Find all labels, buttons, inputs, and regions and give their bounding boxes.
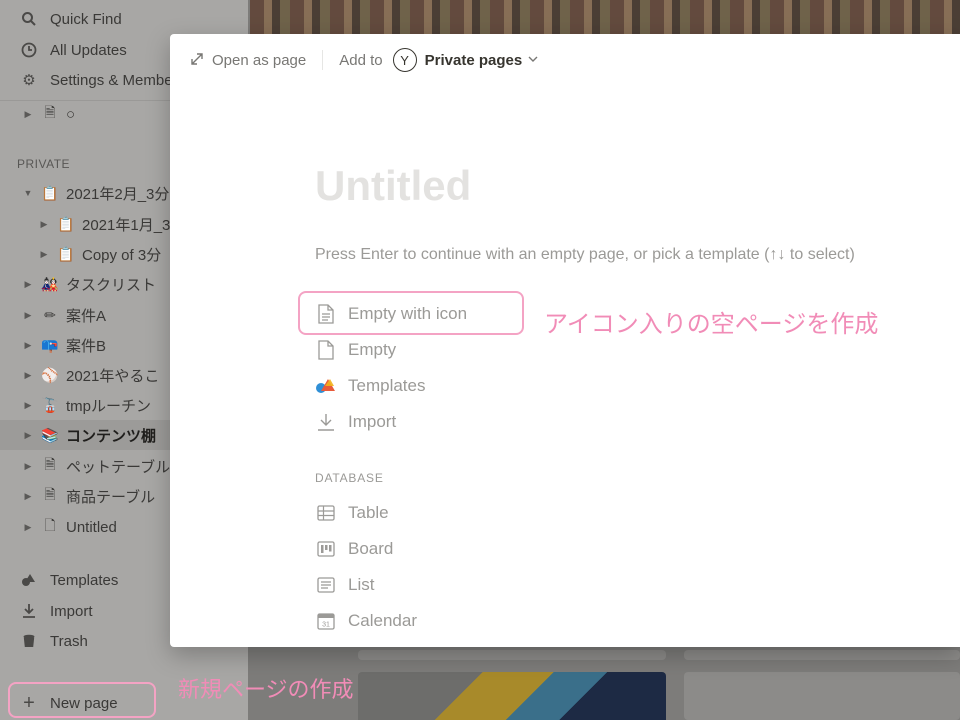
avatar: Y	[392, 48, 417, 72]
option-label: Table	[348, 503, 389, 522]
sidebar-item-label: 案件A	[66, 307, 107, 325]
shapes-icon	[315, 375, 337, 397]
option-import[interactable]: Import	[315, 408, 396, 436]
option-calendar[interactable]: 31 Calendar	[315, 607, 417, 635]
download-icon	[315, 411, 337, 433]
svg-text:31: 31	[322, 622, 330, 629]
sidebar-item-label: タスクリスト	[66, 276, 157, 294]
open-as-page-label: Open as page	[212, 51, 307, 69]
expand-triangle-icon[interactable]: ▶	[38, 249, 50, 260]
expand-triangle-icon[interactable]: ▶	[22, 310, 34, 321]
option-board[interactable]: Board	[315, 535, 393, 563]
expand-triangle-icon[interactable]: ▶	[22, 279, 34, 290]
gallery-card-cover	[358, 672, 666, 720]
gallery-card	[684, 672, 960, 720]
sidebar-item-label: Quick Find	[50, 10, 122, 28]
option-label: Board	[348, 539, 394, 558]
expand-triangle-icon[interactable]: ▶	[22, 522, 34, 533]
option-label: Templates	[348, 376, 426, 395]
option-label: List	[348, 575, 375, 594]
collapse-triangle-icon[interactable]: ▼	[22, 188, 34, 198]
gallery-card	[358, 650, 666, 660]
expand-triangle-icon[interactable]: ▶	[22, 370, 34, 381]
doll-icon: 🎎	[41, 275, 59, 292]
option-templates[interactable]: Templates	[315, 372, 425, 400]
expand-triangle-icon[interactable]: ▶	[38, 219, 50, 230]
sidebar-quick-find[interactable]: Quick Find	[0, 4, 248, 34]
clock-icon	[20, 41, 38, 59]
expand-triangle-icon[interactable]: ▶	[22, 491, 34, 502]
annotation-highlight-empty-with-icon	[298, 291, 524, 335]
sidebar-item-label: Copy of 3分	[82, 246, 162, 264]
add-to-target-select[interactable]: Y Private pages	[392, 48, 539, 72]
table-icon	[315, 502, 337, 524]
clipboard-icon: 📋	[57, 215, 75, 232]
page-icon: 🗎	[44, 456, 56, 472]
sidebar-item-label: All Updates	[50, 41, 127, 59]
option-table[interactable]: Table	[315, 499, 389, 527]
add-to-target-label: Private pages	[424, 51, 523, 69]
annotation-empty-with-icon-note: アイコン入りの空ページを作成	[544, 311, 879, 338]
sidebar-item-label: tmpルーチン	[66, 397, 152, 415]
board-icon	[315, 538, 337, 560]
option-label: Empty	[348, 340, 397, 359]
expand-arrow-icon	[190, 52, 204, 69]
list-icon	[315, 574, 337, 596]
trash-icon	[20, 632, 38, 650]
sidebar-item-label: 案件B	[66, 337, 107, 355]
expand-triangle-icon[interactable]: ▶	[22, 109, 34, 120]
clipboard-icon: 📋	[41, 184, 59, 201]
expand-triangle-icon[interactable]: ▶	[22, 400, 34, 411]
option-label: Import	[348, 412, 397, 431]
cable-car-icon: 🚡	[41, 396, 59, 413]
gear-icon: ⚙	[22, 72, 36, 89]
sidebar-item-label: 商品テーブル	[66, 488, 156, 506]
gallery-card	[684, 650, 960, 660]
add-to-label: Add to	[339, 51, 383, 69]
baseball-icon: ⚾	[41, 366, 59, 383]
clipboard-icon: 📋	[57, 245, 75, 262]
annotation-highlight-new-page	[8, 682, 156, 718]
topbar-divider	[322, 50, 324, 70]
annotation-new-page-note: 新規ページの作成	[178, 677, 354, 702]
option-empty[interactable]: Empty	[315, 336, 396, 364]
new-page-modal: Open as page Add to Y Private pages Unti…	[170, 34, 960, 647]
sidebar-item-label: Templates	[50, 571, 119, 589]
sidebar-item-label: Import	[50, 602, 93, 620]
shapes-icon	[20, 571, 38, 589]
page-icon: 🗎	[44, 486, 56, 502]
private-section-header: PRIVATE	[17, 157, 71, 171]
blank-page-icon	[315, 339, 337, 361]
open-as-page-button[interactable]: Open as page	[190, 52, 306, 69]
option-list[interactable]: List	[315, 571, 374, 599]
books-icon: 📚	[41, 426, 59, 443]
modal-topbar: Open as page Add to Y Private pages	[170, 34, 960, 86]
page-title-placeholder[interactable]: Untitled	[315, 162, 471, 210]
database-section-header: DATABASE	[315, 471, 384, 485]
download-icon	[20, 602, 38, 620]
sidebar-item-label: Trash	[50, 632, 88, 650]
expand-triangle-icon[interactable]: ▶	[22, 461, 34, 472]
sidebar-item-label: コンテンツ棚	[66, 427, 157, 445]
sidebar-item-label: 2021年1月_3	[82, 216, 171, 234]
expand-triangle-icon[interactable]: ▶	[22, 430, 34, 441]
page-icon: 🗎	[44, 104, 56, 120]
calendar-icon: 31	[315, 610, 337, 632]
expand-triangle-icon[interactable]: ▶	[22, 340, 34, 351]
sidebar-item-label: ○	[66, 105, 76, 123]
sidebar-item-label: 2021年やるこ	[66, 367, 160, 385]
sidebar-item-label: Settings & Members	[50, 71, 186, 89]
search-icon	[20, 10, 38, 28]
chevron-down-icon	[528, 54, 538, 66]
page-icon: 🗋	[44, 517, 56, 533]
option-label: Calendar	[348, 611, 417, 630]
pencil-icon: ✏	[44, 306, 56, 323]
mailbox-icon: 📪	[41, 336, 59, 353]
sidebar-item-label: Untitled	[66, 518, 117, 536]
sidebar-item-label: 2021年2月_3分	[66, 185, 170, 203]
sidebar-item-label: ペットテーブル	[66, 458, 171, 476]
template-hint-text: Press Enter to continue with an empty pa…	[315, 246, 855, 263]
page-cover-image	[250, 0, 960, 34]
